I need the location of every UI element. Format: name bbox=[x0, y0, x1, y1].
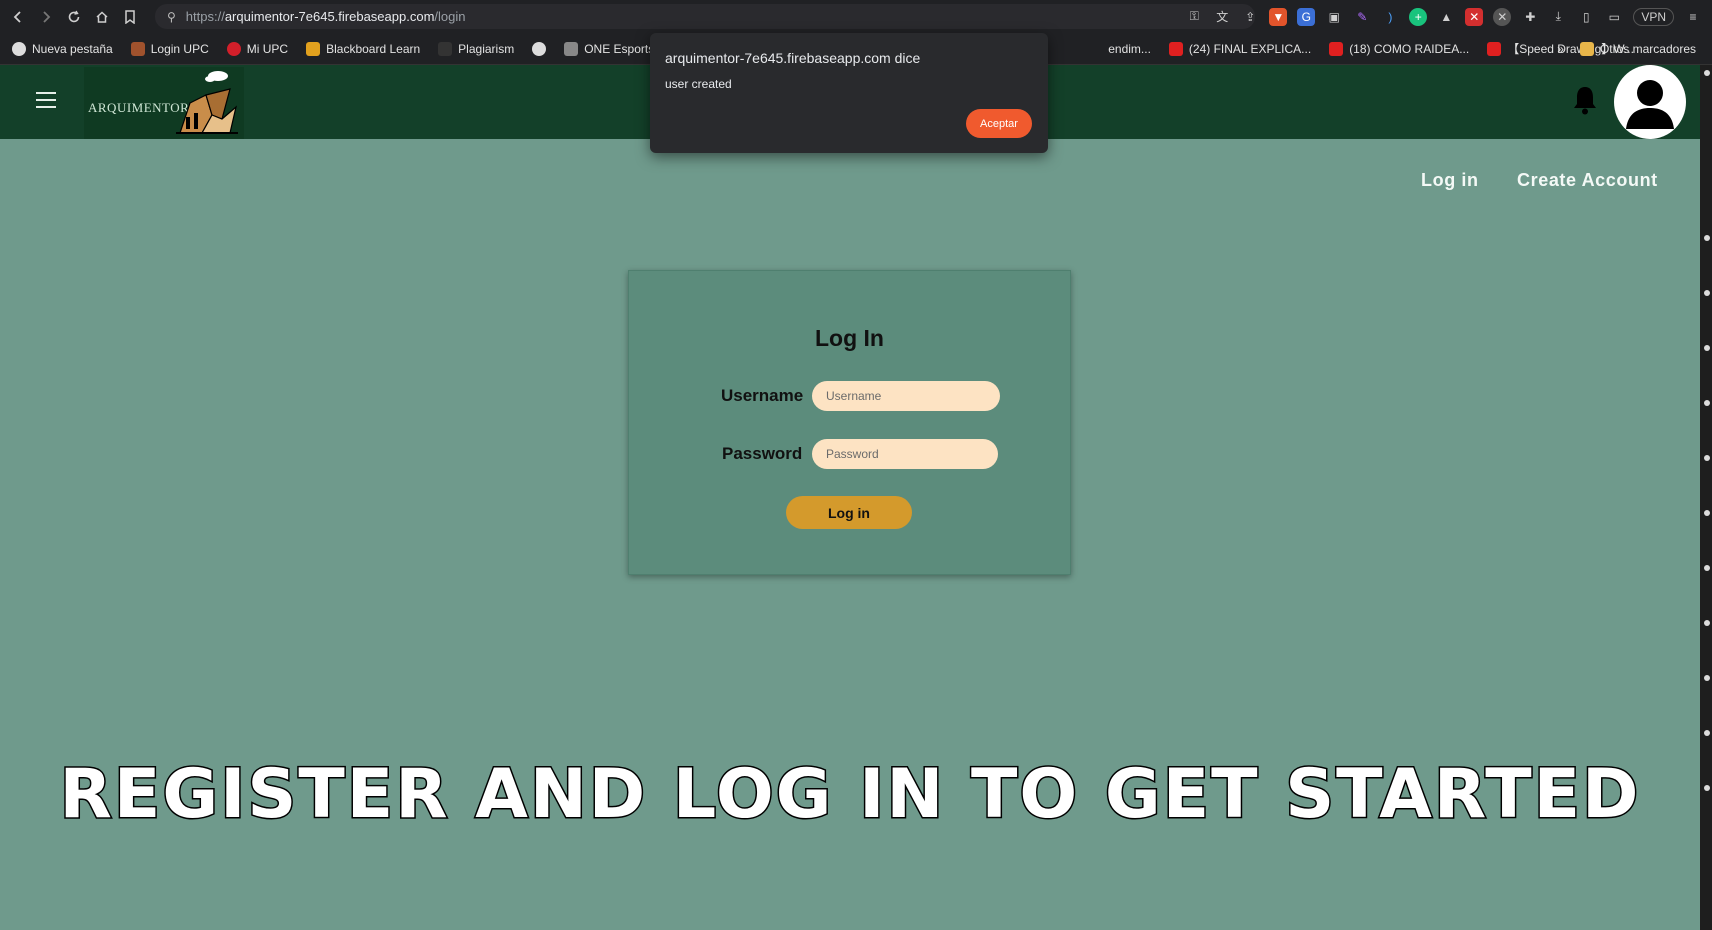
user-avatar[interactable] bbox=[1614, 65, 1686, 139]
plagiarism-icon bbox=[438, 41, 453, 56]
download-icon[interactable]: ⤓ bbox=[1549, 8, 1567, 26]
bookmark-item[interactable]: endim... bbox=[1108, 42, 1151, 56]
wallet-icon[interactable]: ▭ bbox=[1605, 8, 1623, 26]
sidebar-icon[interactable]: ▯ bbox=[1577, 8, 1595, 26]
browser-toolbar: ⚲ https:// arquimentor-7e645.firebaseapp… bbox=[0, 0, 1712, 33]
bookmark-label: Nueva pestaña bbox=[32, 41, 113, 56]
upc-icon bbox=[226, 41, 241, 56]
password-label: Password bbox=[722, 444, 803, 463]
forward-icon[interactable] bbox=[32, 0, 60, 33]
login-card: Log In Username Password Log in bbox=[628, 270, 1071, 575]
share-icon[interactable]: ⇪ bbox=[1241, 8, 1259, 26]
instruction-banner: REGISTER AND LOG IN TO GET STARTED bbox=[58, 754, 1641, 836]
reload-icon[interactable] bbox=[60, 0, 88, 33]
youtube-icon bbox=[1487, 41, 1502, 56]
other-bookmarks-folder[interactable]: Otros marcadores bbox=[1579, 42, 1696, 56]
bookmarks-overflow-button[interactable]: » bbox=[1557, 42, 1564, 56]
bookmark-item[interactable]: Mi UPC bbox=[226, 41, 289, 56]
bookmark-label: Mi UPC bbox=[246, 41, 289, 56]
other-bookmarks-label: Otros marcadores bbox=[1599, 42, 1696, 56]
bookmark-item[interactable]: (18) COMO RAIDEA... bbox=[1329, 41, 1470, 56]
alert-dialog: arquimentor-7e645.firebaseapp.com dice u… bbox=[650, 33, 1048, 153]
logo-building-icon bbox=[176, 71, 238, 134]
page-scrollbar[interactable] bbox=[1700, 65, 1712, 930]
bookmark-item[interactable]: Nueva pestaña bbox=[12, 41, 113, 56]
bookmark-item[interactable]: Blackboard Learn bbox=[306, 41, 421, 56]
back-icon[interactable] bbox=[4, 0, 32, 33]
site-info-icon[interactable]: ⚲ bbox=[167, 10, 176, 24]
bookmark-item[interactable]: Login UPC bbox=[130, 41, 209, 56]
youtube-icon bbox=[1168, 41, 1183, 56]
logo[interactable]: ARQUIMENTOR bbox=[84, 67, 244, 139]
extension-red-icon[interactable]: ✕ bbox=[1465, 7, 1484, 26]
globe-icon bbox=[12, 41, 26, 56]
extension-x-icon[interactable]: ✕ bbox=[1493, 7, 1512, 26]
brave-shield-icon[interactable]: ▼ bbox=[1269, 7, 1288, 26]
folder-icon bbox=[1579, 42, 1594, 56]
user-silhouette-icon bbox=[1626, 80, 1674, 129]
address-bar[interactable]: ⚲ https:// arquimentor-7e645.firebaseapp… bbox=[155, 4, 1255, 29]
username-input[interactable] bbox=[812, 381, 1000, 411]
url-host: arquimentor-7e645.firebaseapp.com bbox=[224, 9, 435, 24]
login-title: Log In bbox=[815, 325, 884, 351]
extension-hat-icon[interactable]: ▲ bbox=[1437, 8, 1455, 26]
nav-login-link[interactable]: Log in bbox=[1421, 170, 1479, 191]
menu-icon[interactable]: ≡ bbox=[1684, 8, 1702, 26]
bookmark-label: Login UPC bbox=[150, 41, 209, 56]
key-icon[interactable]: ⚿ bbox=[1185, 8, 1203, 26]
url-path: /login bbox=[434, 9, 466, 24]
youtube-icon bbox=[1329, 41, 1344, 56]
upc-login-icon bbox=[130, 41, 145, 56]
extensions-puzzle-icon[interactable]: ✚ bbox=[1521, 8, 1539, 26]
bookmark-label: Blackboard Learn bbox=[326, 41, 421, 56]
vpn-button[interactable]: VPN bbox=[1633, 7, 1674, 26]
home-icon[interactable] bbox=[88, 0, 116, 33]
login-submit-button[interactable]: Log in bbox=[786, 496, 912, 529]
bookmark-label: (18) COMO RAIDEA... bbox=[1349, 41, 1470, 56]
nav-create-account-link[interactable]: Create Account bbox=[1517, 170, 1658, 191]
translate-icon[interactable]: 文 bbox=[1213, 8, 1231, 26]
username-label: Username bbox=[721, 386, 804, 405]
globe-icon bbox=[532, 41, 547, 56]
notification-bell-icon[interactable] bbox=[1572, 85, 1598, 115]
extension-clipboard-icon[interactable]: ▣ bbox=[1325, 8, 1343, 26]
bookmark-label: endim... bbox=[1108, 41, 1151, 56]
password-input[interactable] bbox=[812, 439, 998, 469]
dialog-accept-button[interactable]: Aceptar bbox=[966, 109, 1032, 138]
google-translate-icon[interactable]: G bbox=[1297, 7, 1316, 26]
dialog-message: user created bbox=[665, 77, 732, 91]
bookmark-label: (24) FINAL EXPLICA... bbox=[1188, 41, 1312, 56]
esports-icon bbox=[564, 41, 579, 56]
blackboard-icon bbox=[306, 41, 321, 56]
hamburger-menu-icon[interactable] bbox=[36, 92, 56, 108]
bookmark-item[interactable]: (24) FINAL EXPLICA... bbox=[1168, 41, 1312, 56]
bookmark-item[interactable]: Plagiarism bbox=[438, 41, 515, 56]
bookmark-label: Plagiarism bbox=[458, 41, 515, 56]
bookmark-item[interactable] bbox=[532, 41, 547, 56]
extension-purple-icon[interactable]: ✎ bbox=[1353, 8, 1371, 26]
extension-wave-icon[interactable]: ) bbox=[1381, 8, 1399, 26]
url-scheme: https:// bbox=[185, 9, 225, 24]
dialog-title: arquimentor-7e645.firebaseapp.com dice bbox=[665, 50, 921, 66]
extension-green-icon[interactable]: + bbox=[1409, 7, 1428, 26]
bookmark-icon[interactable] bbox=[116, 0, 144, 33]
